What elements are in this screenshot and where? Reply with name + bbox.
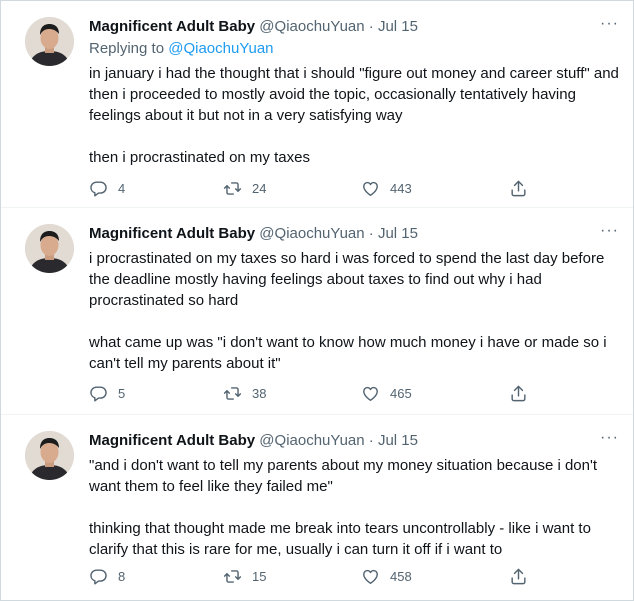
tweet-paragraph: then i procrastinated on my taxes <box>89 149 310 166</box>
share-button[interactable] <box>509 179 528 198</box>
tweet-actions: 8 15 458 <box>89 567 529 587</box>
reply-icon <box>90 569 107 585</box>
share-icon <box>511 385 526 402</box>
tweet-date[interactable]: Jul 15 <box>378 18 418 35</box>
tweet-header: Magnificent Adult Baby @QiaochuYuan · Ju… <box>89 17 613 37</box>
author-name[interactable]: Magnificent Adult Baby <box>89 432 255 449</box>
tweet-paragraph: what came up was "i don't want to know h… <box>89 334 607 372</box>
heart-icon <box>363 569 378 584</box>
tweet-1[interactable]: Magnificent Adult Baby @QiaochuYuan · Ju… <box>1 1 633 207</box>
share-button[interactable] <box>509 384 528 403</box>
more-horizontal-icon[interactable]: ··· <box>600 223 619 239</box>
like-count: 465 <box>390 386 412 401</box>
avatar[interactable] <box>25 224 74 273</box>
reply-count: 5 <box>118 386 126 401</box>
author-handle[interactable]: @QiaochuYuan <box>259 18 364 35</box>
tweet-3[interactable]: Magnificent Adult Baby @QiaochuYuan · Ju… <box>1 415 633 600</box>
retweet-icon <box>223 570 242 583</box>
avatar[interactable] <box>25 17 74 66</box>
author-name[interactable]: Magnificent Adult Baby <box>89 18 255 35</box>
tweet-paragraph: "and i don't want to tell my parents abo… <box>89 457 598 495</box>
tweet-paragraph: i procrastinated on my taxes so hard i w… <box>89 250 605 309</box>
reply-count: 4 <box>118 181 126 196</box>
tweet-actions: 4 24 443 <box>89 179 529 199</box>
separator: · <box>368 225 374 242</box>
retweet-button[interactable]: 24 <box>223 179 266 198</box>
retweet-button[interactable]: 15 <box>223 567 266 586</box>
avatar[interactable] <box>25 431 74 480</box>
tweet-text: in january i had the thought that i shou… <box>89 63 619 168</box>
like-button[interactable]: 458 <box>361 567 412 586</box>
author-handle[interactable]: @QiaochuYuan <box>259 225 364 242</box>
author-handle[interactable]: @QiaochuYuan <box>259 432 364 449</box>
replying-to: Replying to @QiaochuYuan <box>89 39 274 59</box>
like-count: 458 <box>390 569 412 584</box>
tweet-header: Magnificent Adult Baby @QiaochuYuan · Ju… <box>89 431 613 451</box>
tweet-paragraph: thinking that thought made me break into… <box>89 520 591 558</box>
tweet-date[interactable]: Jul 15 <box>378 225 418 242</box>
reply-button[interactable]: 4 <box>89 179 125 198</box>
retweet-icon <box>223 182 242 195</box>
retweet-button[interactable]: 38 <box>223 384 266 403</box>
more-horizontal-icon[interactable]: ··· <box>600 16 619 32</box>
tweet-text: "and i don't want to tell my parents abo… <box>89 455 619 560</box>
author-name[interactable]: Magnificent Adult Baby <box>89 225 255 242</box>
separator: · <box>368 18 374 35</box>
retweet-count: 15 <box>252 569 267 584</box>
more-horizontal-icon[interactable]: ··· <box>600 430 619 446</box>
reply-count: 8 <box>118 569 126 584</box>
replying-to-link[interactable]: @QiaochuYuan <box>168 40 273 57</box>
reply-icon <box>90 386 107 402</box>
share-icon <box>511 180 526 197</box>
like-button[interactable]: 443 <box>361 179 412 198</box>
tweet-actions: 5 38 465 <box>89 384 529 404</box>
reply-icon <box>90 181 107 197</box>
tweet-date[interactable]: Jul 15 <box>378 432 418 449</box>
reply-button[interactable]: 8 <box>89 567 125 586</box>
retweet-icon <box>223 387 242 400</box>
share-button[interactable] <box>509 567 528 586</box>
heart-icon <box>363 181 378 196</box>
retweet-count: 38 <box>252 386 267 401</box>
tweet-thread: Magnificent Adult Baby @QiaochuYuan · Ju… <box>0 0 634 601</box>
tweet-text: i procrastinated on my taxes so hard i w… <box>89 248 619 374</box>
tweet-2[interactable]: Magnificent Adult Baby @QiaochuYuan · Ju… <box>1 208 633 414</box>
replying-to-label: Replying to <box>89 40 165 57</box>
like-button[interactable]: 465 <box>361 384 412 403</box>
tweet-paragraph: in january i had the thought that i shou… <box>89 65 619 124</box>
separator: · <box>368 432 374 449</box>
like-count: 443 <box>390 181 412 196</box>
retweet-count: 24 <box>252 181 267 196</box>
reply-button[interactable]: 5 <box>89 384 125 403</box>
share-icon <box>511 568 526 585</box>
tweet-header: Magnificent Adult Baby @QiaochuYuan · Ju… <box>89 224 613 244</box>
heart-icon <box>363 386 378 401</box>
